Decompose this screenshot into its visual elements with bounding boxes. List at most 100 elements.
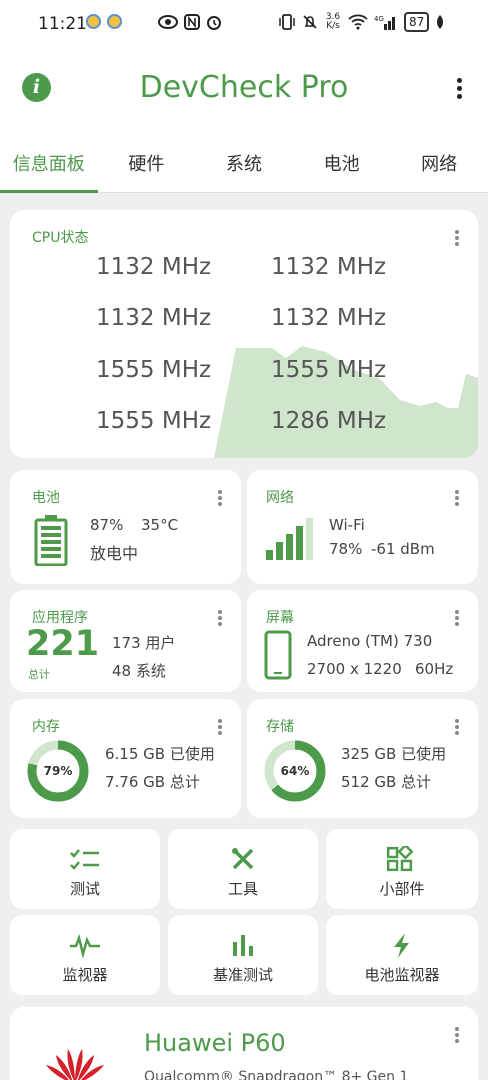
memory-ring: 79% [27,740,89,802]
tile-label: 电池监视器 [364,966,440,984]
mute-icon [303,15,317,29]
tab-dashboard[interactable]: 信息面板 [0,140,98,193]
overflow-menu-icon[interactable] [454,78,464,104]
cell-signal-icon: 4G [374,15,395,30]
tile-label: 测试 [69,880,100,898]
notification-app-icon [86,14,101,29]
battery-status: 放电中 [90,544,139,563]
memory-total: 7.76 GB 总计 [105,773,200,791]
huawei-logo [46,1049,104,1080]
card-title: 存储 [266,719,294,735]
tab-system[interactable]: 系统 [195,140,293,192]
pulse-icon [70,933,100,958]
apps-card[interactable]: 应用程序 221 总计 173 用户 48 系统 [10,590,241,692]
card-menu-icon[interactable] [454,1027,460,1047]
svg-text:4G: 4G [374,15,384,23]
screen-refresh: 60Hz [415,660,454,678]
memory-card[interactable]: 内存 79% 6.15 GB 已使用 7.76 GB 总计 [10,699,241,818]
card-title: CPU状态 [32,230,89,246]
monitor-tile[interactable]: 监视器 [10,915,160,995]
notification-app-icon [107,14,122,29]
network-percent: 78% [329,540,363,558]
apps-user-count: 173 用户 [112,634,176,652]
memory-used: 6.15 GB 已使用 [105,745,215,763]
cpu-core-freq: 1286 MHz [271,408,387,434]
checklist-icon [70,849,99,870]
app-title: DevCheck Pro [139,70,349,105]
tab-bar: 信息面板 硬件 系统 电池 网络 [0,140,488,193]
screen-resolution: 2700 x 1220 [307,660,402,678]
card-menu-icon[interactable] [454,490,460,510]
cpu-core-freq: 1555 MHz [96,357,212,383]
storage-percent: 64% [281,764,310,778]
storage-card[interactable]: 存储 64% 325 GB 已使用 512 GB 总计 [247,699,478,818]
vibrate-icon [279,14,295,30]
cpu-core-freq: 1555 MHz [271,357,387,383]
alarm-icon [207,16,221,30]
tests-tile[interactable]: 测试 [10,829,160,909]
device-name: Huawei P60 [144,1029,286,1057]
eye-icon [158,15,178,29]
card-menu-icon[interactable] [217,719,223,739]
network-card[interactable]: 网络 Wi-Fi 78% -61 dBm [247,470,478,584]
battery-percent: 87% [90,516,124,534]
network-signal: -61 dBm [371,540,435,558]
card-title: 电池 [32,490,60,506]
battery-temp: 35°C [141,516,179,534]
tile-label: 基准测试 [212,966,273,984]
storage-ring: 64% [264,740,326,802]
cpu-core-freq: 1132 MHz [96,254,212,280]
cpu-core-freq: 1555 MHz [96,408,212,434]
screen-gpu: Adreno (TM) 730 [307,632,433,650]
cpu-status-card[interactable]: CPU状态 1132 MHz 1132 MHz 1132 MHz 1132 MH… [10,210,478,458]
status-right-icons: 3.6 K/s 4G 87 [278,12,445,32]
bar-chart-icon [233,935,253,956]
card-menu-icon[interactable] [217,610,223,630]
cpu-usage-graph [214,346,478,458]
battery-monitor-tile[interactable]: 电池监视器 [326,915,478,995]
card-menu-icon[interactable] [217,490,223,510]
cpu-core-freq: 1132 MHz [271,305,387,331]
battery-badge: 87 [404,12,430,32]
leaf-icon [437,15,444,29]
wifi-icon [348,14,368,30]
status-left-icons [86,14,122,29]
card-menu-icon[interactable] [454,230,460,250]
card-menu-icon[interactable] [454,610,460,630]
card-title: 网络 [266,490,294,506]
widgets-icon [386,846,414,872]
device-card[interactable]: Huawei P60 Qualcomm® Snapdragon™ 8+ Gen … [10,1007,478,1080]
phone-icon [264,630,292,680]
apps-system-count: 48 系统 [112,662,166,680]
tools-tile[interactable]: 工具 [168,829,318,909]
cpu-core-freq: 1132 MHz [96,305,212,331]
status-time: 11:21 [38,14,87,34]
storage-used: 325 GB 已使用 [341,745,447,763]
nfc-icon [184,14,200,30]
apps-total-label: 总计 [28,668,50,681]
card-title: 屏幕 [266,610,294,626]
screen-card[interactable]: 屏幕 Adreno (TM) 730 2700 x 1220 60Hz [247,590,478,692]
cpu-core-freq: 1132 MHz [271,254,387,280]
network-type: Wi-Fi [329,516,365,534]
app-header: i DevCheck Pro [0,60,488,120]
card-menu-icon[interactable] [454,719,460,739]
tab-network[interactable]: 网络 [390,140,488,192]
status-bar: 11:21 3.6 K/s 4G 87 [0,8,488,40]
tile-label: 工具 [227,880,258,898]
memory-percent: 79% [44,764,73,778]
status-mid-icons [158,14,222,30]
apps-total-count: 221 [26,624,100,664]
network-speed: 3.6 K/s [325,12,341,31]
device-chip: Qualcomm® Snapdragon™ 8+ Gen 1 [144,1069,409,1080]
tile-label: 监视器 [62,966,108,984]
bolt-icon [394,933,409,958]
tab-battery[interactable]: 电池 [293,140,391,192]
benchmark-tile[interactable]: 基准测试 [168,915,318,995]
battery-icon [34,515,68,566]
battery-card[interactable]: 电池 87% 35°C 放电中 [10,470,241,584]
widgets-tile[interactable]: 小部件 [326,829,478,909]
tab-hardware[interactable]: 硬件 [98,140,196,192]
storage-total: 512 GB 总计 [341,773,432,791]
card-title: 内存 [32,719,60,735]
